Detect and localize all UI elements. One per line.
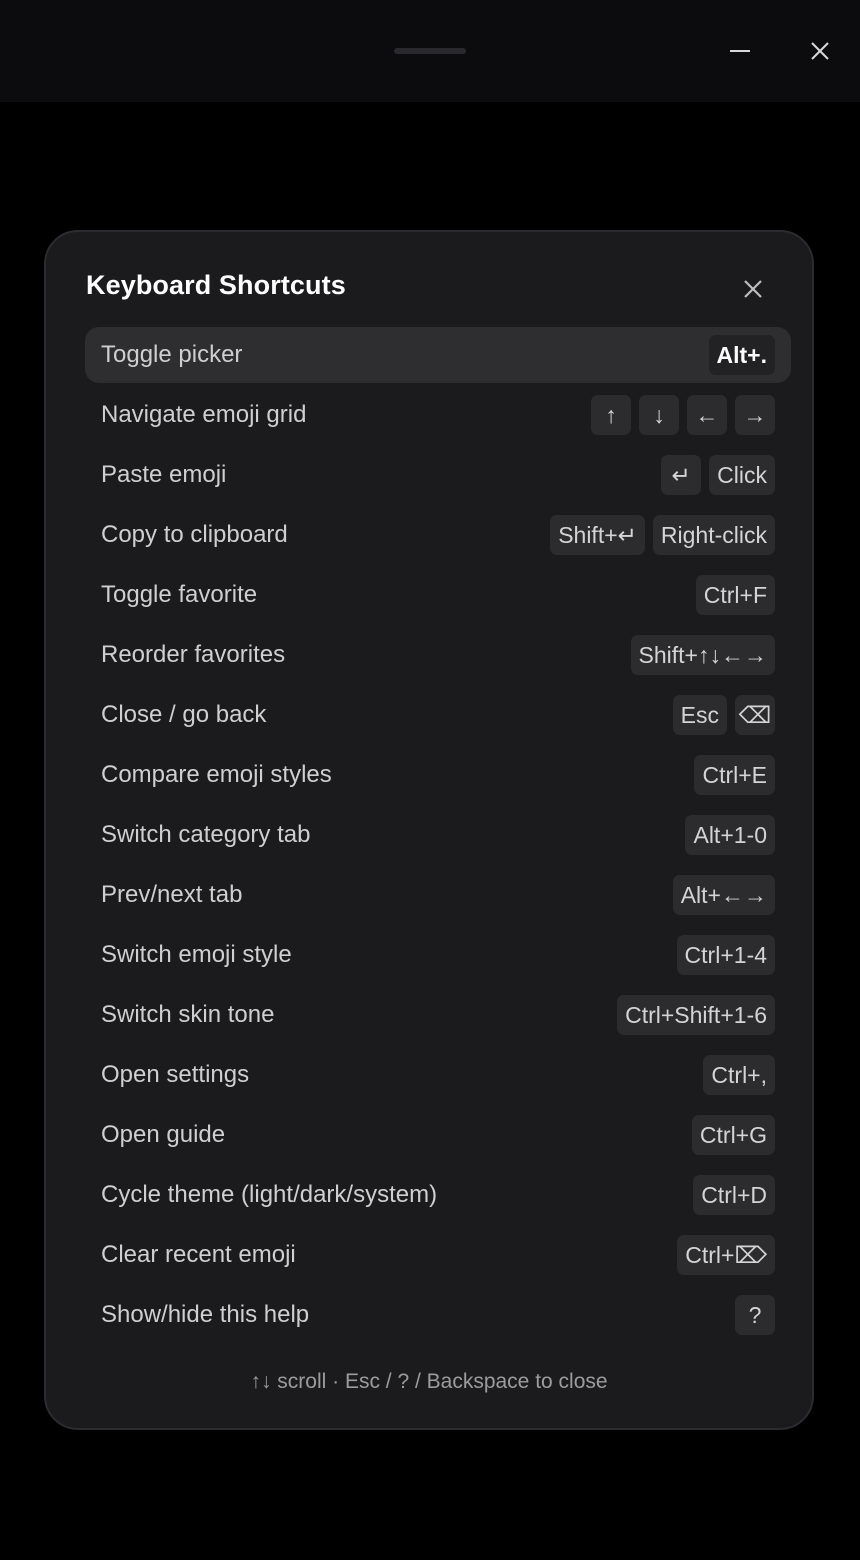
shortcut-label: Toggle favorite bbox=[101, 581, 258, 608]
shortcut-keys: Ctrl+⌦ bbox=[677, 1235, 775, 1275]
shortcut-row[interactable]: Toggle favorite Ctrl+F bbox=[85, 567, 791, 623]
window-close-button[interactable] bbox=[800, 31, 840, 71]
shortcut-keys: Alt+←→ bbox=[672, 875, 775, 915]
key-cap: Ctrl+1-4 bbox=[676, 935, 775, 975]
shortcut-keys: ↑ ↓ ← → bbox=[591, 395, 775, 435]
shortcut-row[interactable]: Show/hide this help? bbox=[85, 1287, 791, 1343]
key-cap: Ctrl+⌦ bbox=[677, 1235, 775, 1275]
dialog-close-button[interactable] bbox=[734, 270, 772, 308]
shortcut-keys: Ctrl+Shift+1-6 bbox=[617, 995, 775, 1035]
dialog-footer-hint: ↑↓ scroll · Esc / ? / Backspace to close bbox=[250, 1370, 608, 1393]
key-cap: Ctrl+G bbox=[691, 1115, 775, 1155]
key-cap: Ctrl+F bbox=[695, 575, 775, 615]
key-cap: Shift+↑↓←→ bbox=[630, 635, 775, 675]
shortcut-row[interactable]: Close / go back Esc ⌫ bbox=[85, 687, 791, 743]
key-cap: Ctrl+E bbox=[694, 755, 775, 795]
shortcut-keys: Alt+. bbox=[708, 335, 775, 375]
shortcut-keys: ↵ Click bbox=[661, 455, 775, 495]
shortcut-label: Paste emoji bbox=[101, 461, 227, 488]
shortcut-keys: Ctrl+, bbox=[703, 1055, 775, 1095]
shortcut-row[interactable]: Open settings Ctrl+, bbox=[85, 1047, 791, 1103]
shortcut-list: Toggle picker Alt+. Navigate emoji grid ↑ ↓ ←… bbox=[85, 327, 791, 1347]
shortcut-label: Show/hide this help bbox=[101, 1301, 310, 1328]
key-cap: Click bbox=[709, 455, 775, 495]
key-cap: Ctrl+, bbox=[703, 1055, 775, 1095]
shortcut-label: Open guide bbox=[101, 1121, 226, 1148]
key-cap: Ctrl+D bbox=[693, 1175, 775, 1215]
close-icon bbox=[811, 42, 829, 60]
shortcut-label: Switch emoji style bbox=[101, 941, 292, 968]
minimize-button[interactable] bbox=[720, 31, 760, 71]
shortcut-keys: Ctrl+F bbox=[695, 575, 775, 615]
shortcut-row[interactable]: Navigate emoji grid ↑ ↓ ← → bbox=[85, 387, 791, 443]
shortcut-row[interactable]: Clear recent emoji Ctrl+⌦ bbox=[85, 1227, 791, 1283]
shortcut-row[interactable]: Open guide Ctrl+G bbox=[85, 1107, 791, 1163]
key-cap: Right-click bbox=[652, 515, 775, 555]
dialog-title: Keyboard Shortcuts bbox=[86, 270, 346, 300]
key-cap: ← bbox=[687, 395, 727, 435]
shortcut-keys: Ctrl+D bbox=[693, 1175, 775, 1215]
shortcut-label: Switch category tab bbox=[101, 821, 311, 848]
shortcut-keys: Shift+↵ Right-click bbox=[550, 515, 775, 555]
close-icon bbox=[744, 280, 762, 298]
shortcut-label: Reorder favorites bbox=[101, 641, 286, 668]
shortcut-label: Close / go back bbox=[101, 701, 267, 728]
key-cap: ⌫ bbox=[735, 695, 775, 735]
shortcut-label: Cycle theme (light/dark/system) bbox=[101, 1181, 438, 1208]
shortcut-row[interactable]: Paste emoji ↵ Click bbox=[85, 447, 791, 503]
key-cap: ↵ bbox=[661, 455, 702, 495]
shortcut-keys: Shift+↑↓←→ bbox=[630, 635, 775, 675]
shortcut-row[interactable]: Copy to clipboard Shift+↵ Right-click bbox=[85, 507, 791, 563]
shortcut-keys: Esc ⌫ bbox=[672, 695, 775, 735]
shortcut-row[interactable]: Reorder favorites Shift+↑↓←→ bbox=[85, 627, 791, 683]
shortcut-label: Copy to clipboard bbox=[101, 521, 288, 548]
shortcut-row[interactable]: Cycle theme (light/dark/system) Ctrl+D bbox=[85, 1167, 791, 1223]
shortcut-row[interactable]: Switch skin tone Ctrl+Shift+1-6 bbox=[85, 987, 791, 1043]
shortcut-row[interactable]: Switch emoji style Ctrl+1-4 bbox=[85, 927, 791, 983]
shortcut-keys: Ctrl+G bbox=[691, 1115, 775, 1155]
shortcut-label: Compare emoji styles bbox=[101, 761, 332, 788]
shortcut-label: Clear recent emoji bbox=[101, 1241, 296, 1268]
shortcut-label: Open settings bbox=[101, 1061, 250, 1088]
shortcut-row[interactable]: Prev/next tab Alt+←→ bbox=[85, 867, 791, 923]
shortcut-keys: Ctrl+E bbox=[694, 755, 775, 795]
shortcut-keys: ? bbox=[735, 1295, 775, 1335]
key-cap: → bbox=[735, 395, 775, 435]
shortcut-keys: Ctrl+1-4 bbox=[676, 935, 775, 975]
shortcut-label: Toggle picker bbox=[101, 341, 243, 368]
shortcut-row[interactable]: Compare emoji styles Ctrl+E bbox=[85, 747, 791, 803]
drag-handle[interactable] bbox=[394, 48, 466, 54]
shortcuts-dialog: Keyboard Shortcuts Toggle picker Alt+. Nav… bbox=[44, 230, 814, 1430]
key-cap: Ctrl+Shift+1-6 bbox=[617, 995, 775, 1035]
shortcut-label: Switch skin tone bbox=[101, 1001, 275, 1028]
title-bar bbox=[0, 0, 860, 102]
key-cap: ↑ bbox=[591, 395, 631, 435]
key-cap: ? bbox=[735, 1295, 775, 1335]
shortcut-keys: Alt+1-0 bbox=[685, 815, 775, 855]
shortcut-label: Navigate emoji grid bbox=[101, 401, 307, 428]
shortcut-row[interactable]: Switch category tab Alt+1-0 bbox=[85, 807, 791, 863]
key-cap: Esc bbox=[672, 695, 727, 735]
key-cap: Alt+←→ bbox=[672, 875, 775, 915]
key-cap: ↓ bbox=[639, 395, 679, 435]
shortcut-label: Prev/next tab bbox=[101, 881, 243, 908]
key-cap: Shift+↵ bbox=[550, 515, 645, 555]
key-cap: Alt+1-0 bbox=[685, 815, 775, 855]
minimize-icon bbox=[730, 50, 750, 52]
key-cap: Alt+. bbox=[708, 335, 775, 375]
shortcut-row[interactable]: Toggle picker Alt+. bbox=[85, 327, 791, 383]
